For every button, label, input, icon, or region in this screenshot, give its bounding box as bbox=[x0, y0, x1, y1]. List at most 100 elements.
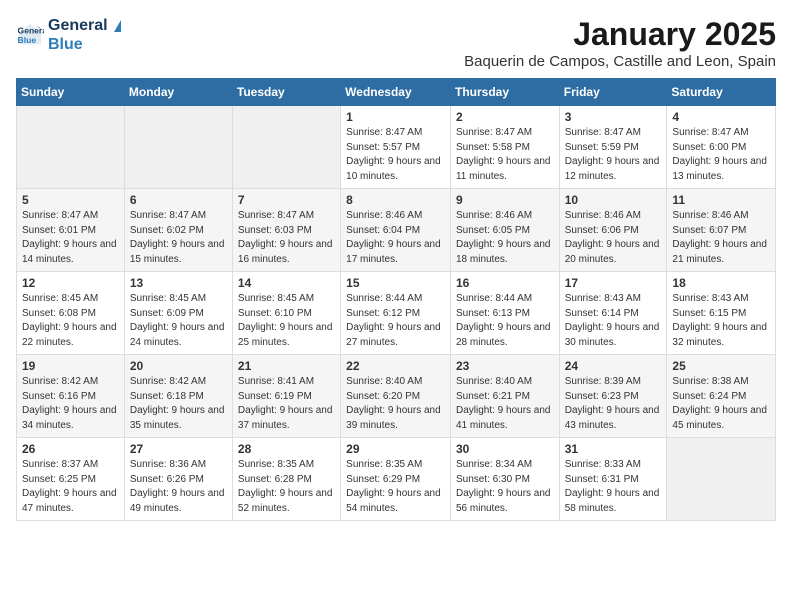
table-cell: 15Sunrise: 8:44 AM Sunset: 6:12 PM Dayli… bbox=[341, 272, 451, 355]
calendar-week-row: 5 Sunrise: 8:47 AM Sunset: 6:01 PM Daylig… bbox=[17, 189, 776, 272]
logo-text-blue: Blue bbox=[48, 35, 121, 54]
svg-text:Blue: Blue bbox=[18, 35, 37, 45]
day-info: Sunrise: 8:47 AM Sunset: 6:01 PM Dayligh… bbox=[22, 209, 119, 267]
day-number: 1 bbox=[346, 110, 445, 124]
day-number: 16 bbox=[456, 276, 554, 290]
header-tuesday: Tuesday bbox=[232, 79, 340, 106]
table-cell: 3 Sunrise: 8:47 AM Sunset: 5:59 PM Daylig… bbox=[559, 106, 667, 189]
day-number: 19 bbox=[22, 359, 119, 373]
table-cell: 26 Sunrise: 8:37 AM Sunset: 6:25 PM Dayli… bbox=[17, 438, 125, 521]
table-cell: 13 Sunrise: 8:45 AM Sunset: 6:09 PM Dayli… bbox=[124, 272, 232, 355]
day-info: Sunrise: 8:43 AM Sunset: 6:14 PM Dayligh… bbox=[565, 292, 662, 350]
day-number: 15 bbox=[346, 276, 445, 290]
table-cell: 21 Sunrise: 8:41 AM Sunset: 6:19 PM Dayli… bbox=[232, 355, 340, 438]
day-info: Sunrise: 8:45 AM Sunset: 6:10 PM Dayligh… bbox=[238, 292, 335, 350]
calendar-week-row: 12 Sunrise: 8:45 AM Sunset: 6:08 PM Dayli… bbox=[17, 272, 776, 355]
table-cell: 23 Sunrise: 8:40 AM Sunset: 6:21 PM Dayli… bbox=[450, 355, 559, 438]
table-cell: 27 Sunrise: 8:36 AM Sunset: 6:26 PM Dayli… bbox=[124, 438, 232, 521]
table-cell: 31 Sunrise: 8:33 AM Sunset: 6:31 PM Dayli… bbox=[559, 438, 667, 521]
svg-text:General: General bbox=[18, 26, 44, 36]
day-info: Sunrise: 8:47 AM Sunset: 5:58 PM Dayligh… bbox=[456, 126, 554, 184]
day-number: 25 bbox=[672, 359, 770, 373]
header-wednesday: Wednesday bbox=[341, 79, 451, 106]
day-number: 31 bbox=[565, 442, 662, 456]
calendar-week-row: 26 Sunrise: 8:37 AM Sunset: 6:25 PM Dayli… bbox=[17, 438, 776, 521]
table-cell: 8 Sunrise: 8:46 AM Sunset: 6:04 PM Daylig… bbox=[341, 189, 451, 272]
day-number: 10 bbox=[565, 193, 662, 207]
month-year-title: January 2025 bbox=[464, 16, 776, 53]
table-cell: 5 Sunrise: 8:47 AM Sunset: 6:01 PM Daylig… bbox=[17, 189, 125, 272]
table-cell: 7 Sunrise: 8:47 AM Sunset: 6:03 PM Daylig… bbox=[232, 189, 340, 272]
day-info: Sunrise: 8:41 AM Sunset: 6:19 PM Dayligh… bbox=[238, 375, 335, 433]
day-number: 6 bbox=[130, 193, 227, 207]
day-info: Sunrise: 8:46 AM Sunset: 6:04 PM Dayligh… bbox=[346, 209, 445, 267]
day-info: Sunrise: 8:47 AM Sunset: 5:59 PM Dayligh… bbox=[565, 126, 662, 184]
table-cell: 16Sunrise: 8:44 AM Sunset: 6:13 PM Dayli… bbox=[450, 272, 559, 355]
day-number: 8 bbox=[346, 193, 445, 207]
table-cell: 18Sunrise: 8:43 AM Sunset: 6:15 PM Dayli… bbox=[667, 272, 776, 355]
day-info: Sunrise: 8:46 AM Sunset: 6:06 PM Dayligh… bbox=[565, 209, 662, 267]
day-info: Sunrise: 8:40 AM Sunset: 6:21 PM Dayligh… bbox=[456, 375, 554, 433]
table-cell: 29 Sunrise: 8:35 AM Sunset: 6:29 PM Dayli… bbox=[341, 438, 451, 521]
table-cell bbox=[232, 106, 340, 189]
day-number: 24 bbox=[565, 359, 662, 373]
day-info: Sunrise: 8:39 AM Sunset: 6:23 PM Dayligh… bbox=[565, 375, 662, 433]
day-info: Sunrise: 8:47 AM Sunset: 5:57 PM Dayligh… bbox=[346, 126, 445, 184]
day-number: 18 bbox=[672, 276, 770, 290]
day-number: 27 bbox=[130, 442, 227, 456]
table-cell: 30Sunrise: 8:34 AM Sunset: 6:30 PM Dayli… bbox=[450, 438, 559, 521]
day-number: 14 bbox=[238, 276, 335, 290]
day-info: Sunrise: 8:46 AM Sunset: 6:07 PM Dayligh… bbox=[672, 209, 770, 267]
header-monday: Monday bbox=[124, 79, 232, 106]
table-cell: 24 Sunrise: 8:39 AM Sunset: 6:23 PM Dayli… bbox=[559, 355, 667, 438]
day-number: 5 bbox=[22, 193, 119, 207]
day-number: 3 bbox=[565, 110, 662, 124]
header-sunday: Sunday bbox=[17, 79, 125, 106]
day-info: Sunrise: 8:47 AM Sunset: 6:03 PM Dayligh… bbox=[238, 209, 335, 267]
day-number: 2 bbox=[456, 110, 554, 124]
day-info: Sunrise: 8:42 AM Sunset: 6:16 PM Dayligh… bbox=[22, 375, 119, 433]
table-cell: 11Sunrise: 8:46 AM Sunset: 6:07 PM Dayli… bbox=[667, 189, 776, 272]
day-number: 13 bbox=[130, 276, 227, 290]
table-cell: 1 Sunrise: 8:47 AM Sunset: 5:57 PM Daylig… bbox=[341, 106, 451, 189]
table-cell: 2 Sunrise: 8:47 AM Sunset: 5:58 PM Daylig… bbox=[450, 106, 559, 189]
table-cell: 22Sunrise: 8:40 AM Sunset: 6:20 PM Dayli… bbox=[341, 355, 451, 438]
day-number: 20 bbox=[130, 359, 227, 373]
table-cell: 9Sunrise: 8:46 AM Sunset: 6:05 PM Daylig… bbox=[450, 189, 559, 272]
day-info: Sunrise: 8:35 AM Sunset: 6:28 PM Dayligh… bbox=[238, 458, 335, 516]
day-number: 7 bbox=[238, 193, 335, 207]
table-cell: 20 Sunrise: 8:42 AM Sunset: 6:18 PM Dayli… bbox=[124, 355, 232, 438]
header-friday: Friday bbox=[559, 79, 667, 106]
day-info: Sunrise: 8:35 AM Sunset: 6:29 PM Dayligh… bbox=[346, 458, 445, 516]
table-cell: 4Sunrise: 8:47 AM Sunset: 6:00 PM Daylig… bbox=[667, 106, 776, 189]
logo-text-general: General bbox=[48, 16, 121, 35]
day-number: 17 bbox=[565, 276, 662, 290]
day-number: 29 bbox=[346, 442, 445, 456]
weekday-header-row: Sunday Monday Tuesday Wednesday Thursday… bbox=[17, 79, 776, 106]
calendar-week-row: 1 Sunrise: 8:47 AM Sunset: 5:57 PM Daylig… bbox=[17, 106, 776, 189]
day-number: 30 bbox=[456, 442, 554, 456]
day-info: Sunrise: 8:45 AM Sunset: 6:08 PM Dayligh… bbox=[22, 292, 119, 350]
day-info: Sunrise: 8:36 AM Sunset: 6:26 PM Dayligh… bbox=[130, 458, 227, 516]
day-info: Sunrise: 8:33 AM Sunset: 6:31 PM Dayligh… bbox=[565, 458, 662, 516]
day-number: 12 bbox=[22, 276, 119, 290]
table-cell: 14 Sunrise: 8:45 AM Sunset: 6:10 PM Dayli… bbox=[232, 272, 340, 355]
table-cell: 12 Sunrise: 8:45 AM Sunset: 6:08 PM Dayli… bbox=[17, 272, 125, 355]
day-number: 21 bbox=[238, 359, 335, 373]
header-saturday: Saturday bbox=[667, 79, 776, 106]
logo-icon: General Blue bbox=[16, 21, 44, 49]
day-info: Sunrise: 8:38 AM Sunset: 6:24 PM Dayligh… bbox=[672, 375, 770, 433]
calendar-week-row: 19 Sunrise: 8:42 AM Sunset: 6:16 PM Dayli… bbox=[17, 355, 776, 438]
table-cell bbox=[17, 106, 125, 189]
day-info: Sunrise: 8:47 AM Sunset: 6:02 PM Dayligh… bbox=[130, 209, 227, 267]
header-thursday: Thursday bbox=[450, 79, 559, 106]
day-info: Sunrise: 8:37 AM Sunset: 6:25 PM Dayligh… bbox=[22, 458, 119, 516]
table-cell: 10 Sunrise: 8:46 AM Sunset: 6:06 PM Dayli… bbox=[559, 189, 667, 272]
location-subtitle: Baquerin de Campos, Castille and Leon, S… bbox=[464, 53, 776, 70]
calendar-table: Sunday Monday Tuesday Wednesday Thursday… bbox=[16, 78, 776, 521]
day-info: Sunrise: 8:45 AM Sunset: 6:09 PM Dayligh… bbox=[130, 292, 227, 350]
table-cell bbox=[124, 106, 232, 189]
day-info: Sunrise: 8:42 AM Sunset: 6:18 PM Dayligh… bbox=[130, 375, 227, 433]
day-number: 26 bbox=[22, 442, 119, 456]
day-number: 23 bbox=[456, 359, 554, 373]
